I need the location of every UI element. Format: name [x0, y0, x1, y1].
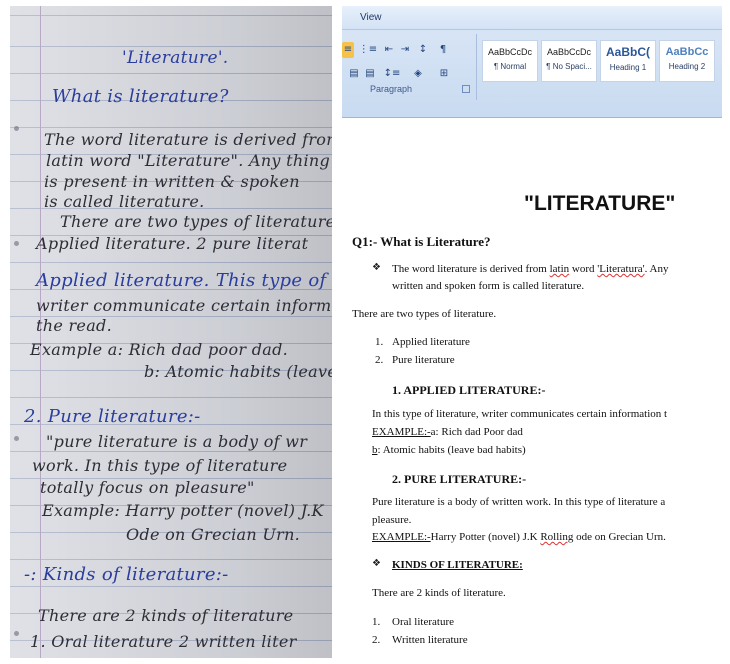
- style-no-spacing[interactable]: AaBbCcDc ¶ No Spaci...: [541, 40, 597, 82]
- style-heading-1[interactable]: AaBbC( Heading 1: [600, 40, 656, 82]
- example-line-b: b: Atomic habits (leave bad habits): [372, 444, 526, 456]
- heading-applied: 1. APPLIED LITERATURE:-: [392, 383, 546, 397]
- hole-dot: [14, 241, 19, 246]
- style-name: ¶ No Spaci...: [546, 62, 592, 71]
- example-line-a: EXAMPLE:-a: Rich dad Poor dad: [372, 426, 523, 438]
- hw-line: The word literature is derived from: [44, 130, 332, 149]
- list-number: 1.: [372, 616, 381, 628]
- kinds-intro: There are 2 kinds of literature.: [372, 587, 506, 599]
- heading-pure: 2. PURE LITERATURE:-: [392, 472, 527, 486]
- show-marks-icon[interactable]: ¶: [436, 42, 450, 58]
- hw-line: -: Kinds of literature:-: [24, 564, 229, 585]
- style-name: ¶ Normal: [493, 62, 527, 71]
- heading-kinds: KINDS OF LITERATURE:: [392, 559, 523, 571]
- hw-line: work. In this type of literature: [32, 456, 288, 475]
- hw-line: 1. Oral literature 2 written liter: [30, 632, 297, 651]
- bullet-diamond-icon: ❖: [372, 558, 381, 569]
- list-item: Pure literature: [392, 354, 455, 366]
- hw-line: There are two types of literature: [60, 212, 332, 231]
- document-page[interactable]: "LITERATURE" Q1:- What is Literature? ❖ …: [342, 124, 722, 658]
- style-sample: AaBbCcDc: [546, 47, 591, 57]
- hw-line: Example a: Rich dad poor dad.: [30, 340, 289, 359]
- hw-line: 2. Pure literature:-: [24, 406, 201, 427]
- sort-icon[interactable]: ↕: [414, 42, 432, 58]
- hw-line: b: Atomic habits (leave ba: [144, 362, 332, 381]
- hole-dot: [14, 631, 19, 636]
- line-spacing-icon[interactable]: ↕≡: [382, 66, 402, 82]
- list-number: 1.: [375, 336, 384, 348]
- ribbon: View ≡ ⋮≡ ⇤ ⇥ ↕ ¶ ▤ ▤ ↕≡ ◈ ⊞ Paragraph A…: [342, 6, 722, 118]
- style-name: Heading 2: [668, 62, 706, 71]
- hw-line: What is literature?: [52, 86, 229, 107]
- style-normal[interactable]: AaBbCcDc ¶ Normal: [482, 40, 538, 82]
- hw-line: Ode on Grecian Urn.: [126, 525, 301, 544]
- hw-line: There are 2 kinds of literature: [38, 606, 294, 625]
- decrease-indent-icon[interactable]: ⇤: [382, 42, 396, 58]
- hw-line: "pure literature is a body of wr: [46, 432, 308, 451]
- definition-line-1: The word literature is derived from lati…: [392, 263, 669, 275]
- style-sample: AaBbCc: [665, 46, 709, 58]
- applied-text: In this type of literature, writer commu…: [372, 408, 668, 420]
- word-processor-window: View ≡ ⋮≡ ⇤ ⇥ ↕ ¶ ▤ ▤ ↕≡ ◈ ⊞ Paragraph A…: [342, 6, 722, 658]
- numbering-icon[interactable]: ⋮≡: [358, 42, 378, 58]
- justify-icon[interactable]: ▤: [348, 66, 360, 82]
- hole-dot: [14, 436, 19, 441]
- hw-line: Applied literature. This type of: [36, 270, 327, 291]
- hole-dot: [14, 126, 19, 131]
- example-line-2: EXAMPLE:-Harry Potter (novel) J.K Rollin…: [372, 531, 666, 543]
- pure-text-1: Pure literature is a body of written wor…: [372, 496, 666, 508]
- hw-line: totally focus on pleasure": [40, 478, 255, 497]
- document-title: "LITERATURE": [524, 192, 676, 215]
- definition-line-2: written and spoken form is called litera…: [392, 280, 585, 292]
- list-item: Written literature: [392, 634, 468, 646]
- handwritten-notes-photo: 'Literature'. What is literature? The wo…: [10, 6, 332, 658]
- hw-title: 'Literature'.: [122, 48, 229, 68]
- align-icon[interactable]: ▤: [364, 66, 376, 82]
- hw-line: the read.: [36, 316, 112, 335]
- borders-icon[interactable]: ⊞: [434, 66, 454, 82]
- hw-line: latin word "Literature". Any thing w: [46, 151, 332, 170]
- hw-line: Applied literature. 2 pure literat: [36, 234, 309, 253]
- shading-icon[interactable]: ◈: [408, 66, 428, 82]
- hw-line: is present in written & spoken: [44, 172, 300, 191]
- bullet-diamond-icon: ❖: [372, 262, 381, 273]
- dialog-launcher-icon[interactable]: [462, 85, 470, 93]
- tab-view[interactable]: View: [360, 12, 382, 23]
- hw-line: is called literature.: [44, 192, 205, 211]
- style-name: Heading 1: [609, 63, 647, 72]
- paragraph-group-label: Paragraph: [370, 84, 413, 94]
- bullets-icon[interactable]: ≡: [342, 42, 354, 58]
- list-item: Oral literature: [392, 616, 454, 628]
- types-intro: There are two types of literature.: [352, 308, 497, 320]
- list-number: 2.: [375, 354, 384, 366]
- list-number: 2.: [372, 634, 381, 646]
- hw-line: Example: Harry potter (novel) J.K: [42, 501, 324, 520]
- hw-line: writer communicate certain informati: [36, 296, 332, 315]
- style-sample: AaBbC(: [606, 45, 650, 59]
- pure-text-2: pleasure.: [372, 514, 412, 526]
- list-item: Applied literature: [392, 336, 470, 348]
- style-heading-2[interactable]: AaBbCc Heading 2: [659, 40, 715, 82]
- question-heading: Q1:- What is Literature?: [352, 234, 491, 249]
- style-sample: AaBbCcDc: [487, 47, 532, 57]
- increase-indent-icon[interactable]: ⇥: [398, 42, 412, 58]
- ribbon-tab-bar: View: [342, 6, 722, 30]
